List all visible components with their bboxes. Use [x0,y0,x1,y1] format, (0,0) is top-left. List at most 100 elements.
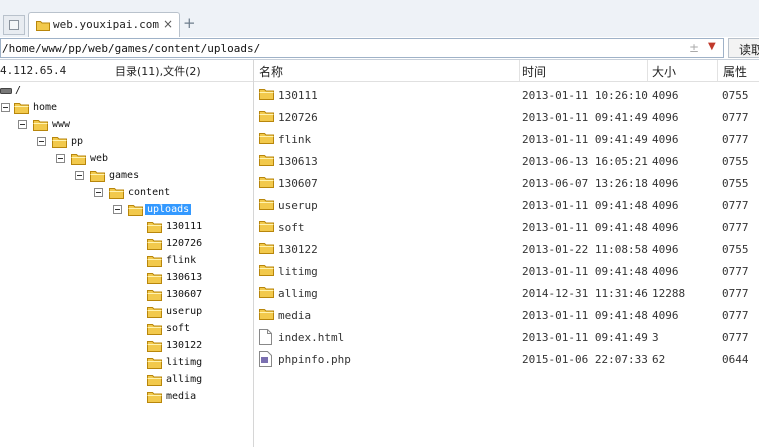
tree-item[interactable]: home [0,101,250,118]
file-row[interactable]: userup 2013-01-11 09:41:48 4096 0777 [254,195,759,217]
tree-item[interactable]: games [0,169,250,186]
file-name: soft [278,221,305,234]
tree-item-label: userup [166,306,203,317]
dropdown-arrow-icon[interactable]: ▼ [708,41,716,52]
folder-icon [259,133,274,144]
file-row[interactable]: 130607 2013-06-07 13:26:18 4096 0755 [254,173,759,195]
tree-item[interactable]: litimg [0,356,250,373]
tab-active[interactable]: web.youxipai.com × [28,12,180,37]
tree-item[interactable]: 130607 [0,288,250,305]
file-name: 130607 [278,177,318,190]
file-size: 62 [652,353,666,366]
tree-item-label: content [128,187,171,198]
folder-icon [259,89,274,100]
file-row[interactable]: flink 2013-01-11 09:41:49 4096 0777 [254,129,759,151]
server-ip: 4.112.65.4 [0,64,67,77]
column-header-size[interactable]: 大小 [652,63,676,80]
collapse-icon[interactable] [1,103,10,112]
file-row[interactable]: allimg 2014-12-31 11:31:46 12288 0777 [254,283,759,305]
column-header-name[interactable]: 名称 [259,63,283,80]
file-row[interactable]: soft 2013-01-11 09:41:48 4096 0777 [254,217,759,239]
file-name: 120726 [278,111,318,124]
file-attr: 0777 [722,287,749,300]
tab-close-icon[interactable]: × [163,17,173,31]
file-attr: 0755 [722,177,749,190]
dir-count: 目录(11),文件(2) [115,65,201,78]
file-row[interactable]: 130111 2013-01-11 10:26:10 4096 0755 [254,85,759,107]
file-name: index.html [278,331,345,344]
tree-item[interactable]: soft [0,322,250,339]
file-time: 2013-01-22 11:08:58 [522,243,648,256]
column-header-time[interactable]: 时间 [522,63,546,80]
tree-item[interactable]: media [0,390,250,407]
collapse-icon[interactable] [113,205,122,214]
column-header-attr[interactable]: 属性 [723,63,747,80]
collapse-icon[interactable] [94,188,103,197]
file-name: media [278,309,312,322]
tab-list-button[interactable] [3,15,25,35]
file-time: 2013-06-13 16:05:21 [522,155,648,168]
file-attr: 0777 [722,111,749,124]
collapse-icon[interactable] [56,154,65,163]
tree-item[interactable]: allimg [0,373,250,390]
file-row[interactable]: 130613 2013-06-13 16:05:21 4096 0755 [254,151,759,173]
collapse-icon[interactable] [75,171,84,180]
file-row[interactable]: phpinfo.php 2015-01-06 22:07:33 62 0644 [254,349,759,371]
read-button[interactable]: 读取 [728,38,759,58]
file-size: 4096 [652,111,679,124]
tree-item[interactable]: userup [0,305,250,322]
file-name: 130111 [278,89,318,102]
address-bar: /home/www/pp/web/games/content/uploads/ … [0,37,759,60]
file-size: 4096 [652,309,679,322]
tab-bar: web.youxipai.com × + [0,0,759,38]
tree-item-label: allimg [166,374,203,385]
tree-item[interactable]: / [0,84,250,101]
file-row[interactable]: media 2013-01-11 09:41:48 4096 0777 [254,305,759,327]
tree-header: 4.112.65.4 目录(11),文件(2) [0,60,253,82]
file-time: 2014-12-31 11:31:46 [522,287,648,300]
folder-icon [259,309,274,320]
tree-item-label: 130111 [166,221,203,232]
file-row[interactable]: 120726 2013-01-11 09:41:49 4096 0777 [254,107,759,129]
tree-item[interactable]: 130613 [0,271,250,288]
folder-icon [147,290,162,301]
php-file-icon [259,351,272,367]
tree-item[interactable]: www [0,118,250,135]
tree-item[interactable]: flink [0,254,250,271]
tree-item[interactable]: pp [0,135,250,152]
folder-icon [52,137,67,148]
tree-item[interactable]: web [0,152,250,169]
collapse-icon[interactable] [37,137,46,146]
column-divider [519,60,520,81]
collapse-icon[interactable] [18,120,27,129]
tree-item-label: pp [71,136,84,147]
file-size: 4096 [652,155,679,168]
file-time: 2013-01-11 09:41:49 [522,331,648,344]
path-input[interactable]: /home/www/pp/web/games/content/uploads/ … [0,38,724,58]
folder-icon [109,188,124,199]
new-tab-button[interactable]: + [183,14,196,32]
file-size: 3 [652,331,659,344]
tree-item[interactable]: content [0,186,250,203]
file-attr: 0777 [722,331,749,344]
plus-minus-icon[interactable]: ± [689,41,699,55]
folder-icon [71,154,86,165]
tree-item[interactable]: 130122 [0,339,250,356]
file-row[interactable]: litimg 2013-01-11 09:41:48 4096 0777 [254,261,759,283]
file-row[interactable]: 130122 2013-01-22 11:08:58 4096 0755 [254,239,759,261]
tab-title: web.youxipai.com [53,18,159,31]
file-size: 4096 [652,221,679,234]
tree-item[interactable]: 130111 [0,220,250,237]
file-name: 130613 [278,155,318,168]
folder-icon [259,177,274,188]
file-attr: 0777 [722,265,749,278]
tree-item-label: web [90,153,109,164]
file-attr: 0777 [722,199,749,212]
folder-icon [147,324,162,335]
file-row[interactable]: index.html 2013-01-11 09:41:49 3 0777 [254,327,759,349]
tree-item-label: / [15,85,22,96]
file-name: 130122 [278,243,318,256]
tree-item[interactable]: 120726 [0,237,250,254]
tree-item[interactable]: uploads [0,203,250,220]
file-time: 2013-06-07 13:26:18 [522,177,648,190]
